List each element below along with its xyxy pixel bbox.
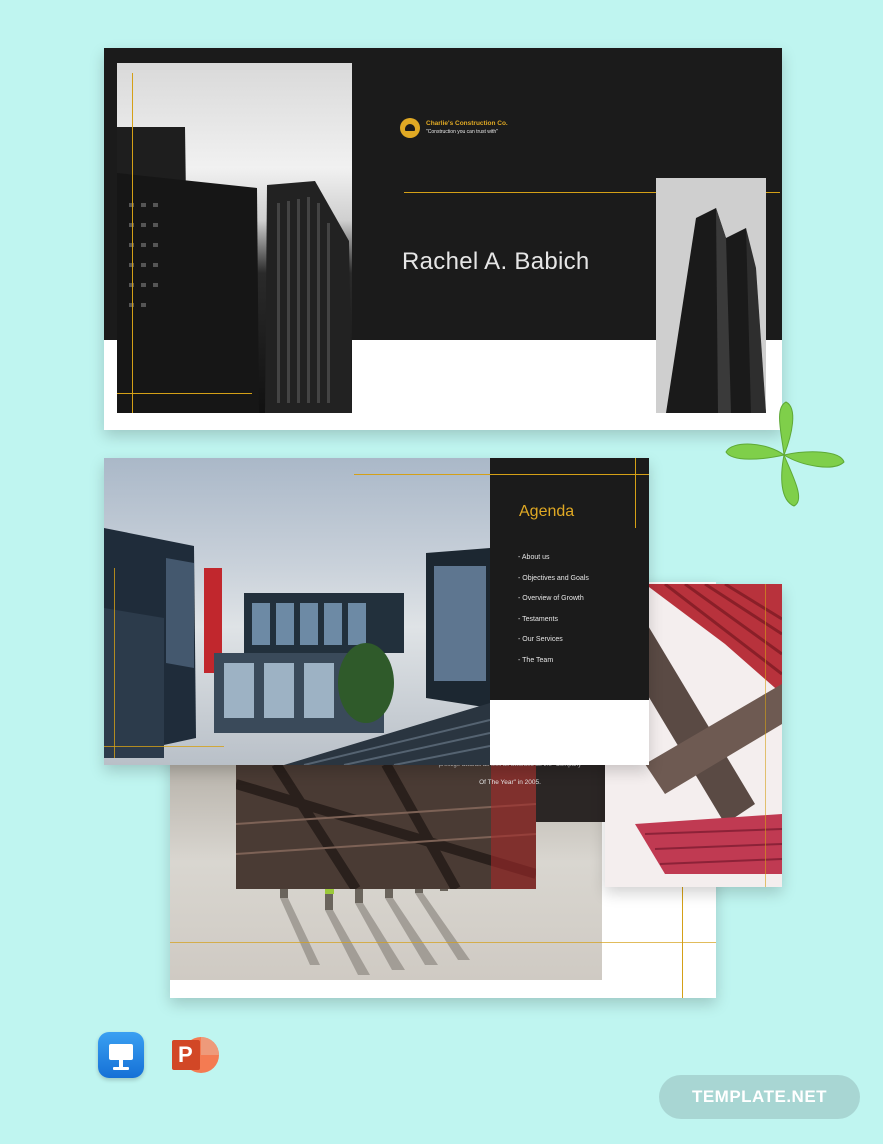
- cover-side-photo: [656, 178, 766, 413]
- powerpoint-letter: P: [178, 1042, 193, 1067]
- keynote-icon: [98, 1032, 144, 1078]
- template-preview-page: { "slide1": { "company": "Charlie's Cons…: [0, 0, 883, 1144]
- gold-top-line: [354, 474, 649, 475]
- agenda-item: - Overview of Growth: [518, 595, 584, 602]
- agenda-item: - Our Services: [518, 636, 563, 643]
- gold-vertical-line: [765, 584, 766, 887]
- agenda-list: - About us - Objectives and Goals - Over…: [518, 554, 589, 677]
- gold-horizontal-line: [117, 393, 252, 394]
- agenda-panel-white: [490, 700, 649, 765]
- gold-horizontal-line: [170, 942, 716, 943]
- cover-skyscraper-photo: [117, 63, 352, 413]
- agenda-item: - The Team: [518, 656, 554, 664]
- modern-building-photo: [104, 458, 490, 765]
- agenda-title: Agenda: [519, 503, 575, 520]
- clover-leaf-icon: [722, 400, 847, 510]
- company-logo: Charlie's Construction Co. "Construction…: [400, 118, 550, 140]
- company-tagline: "Construction you can trust with": [426, 129, 498, 135]
- gold-vertical-line: [114, 568, 115, 758]
- agenda-item: - Objectives and Goals: [518, 574, 589, 582]
- agenda-item: - Testaments: [518, 615, 558, 623]
- gold-vertical-line: [132, 73, 133, 413]
- badge-text: TEMPLATE.NET: [659, 1075, 860, 1119]
- presenter-name: Rachel A. Babich: [402, 248, 590, 275]
- powerpoint-icon: P: [168, 1032, 222, 1078]
- slide-agenda[interactable]: Agenda - About us - Objectives and Goals…: [104, 458, 649, 765]
- gold-corner-line: [635, 458, 636, 528]
- hardhat-icon: [400, 118, 420, 138]
- gold-horizontal-line: [104, 746, 224, 747]
- slide-cover[interactable]: Charlie's Construction Co. "Construction…: [104, 48, 782, 430]
- badge-suffix: .NET: [786, 1087, 828, 1106]
- agenda-item: - About us: [518, 554, 550, 561]
- company-name: Charlie's Construction Co.: [426, 120, 508, 127]
- badge-brand: TEMPLATE: [691, 1087, 787, 1106]
- template-net-badge[interactable]: TEMPLATE.NET: [659, 1075, 860, 1119]
